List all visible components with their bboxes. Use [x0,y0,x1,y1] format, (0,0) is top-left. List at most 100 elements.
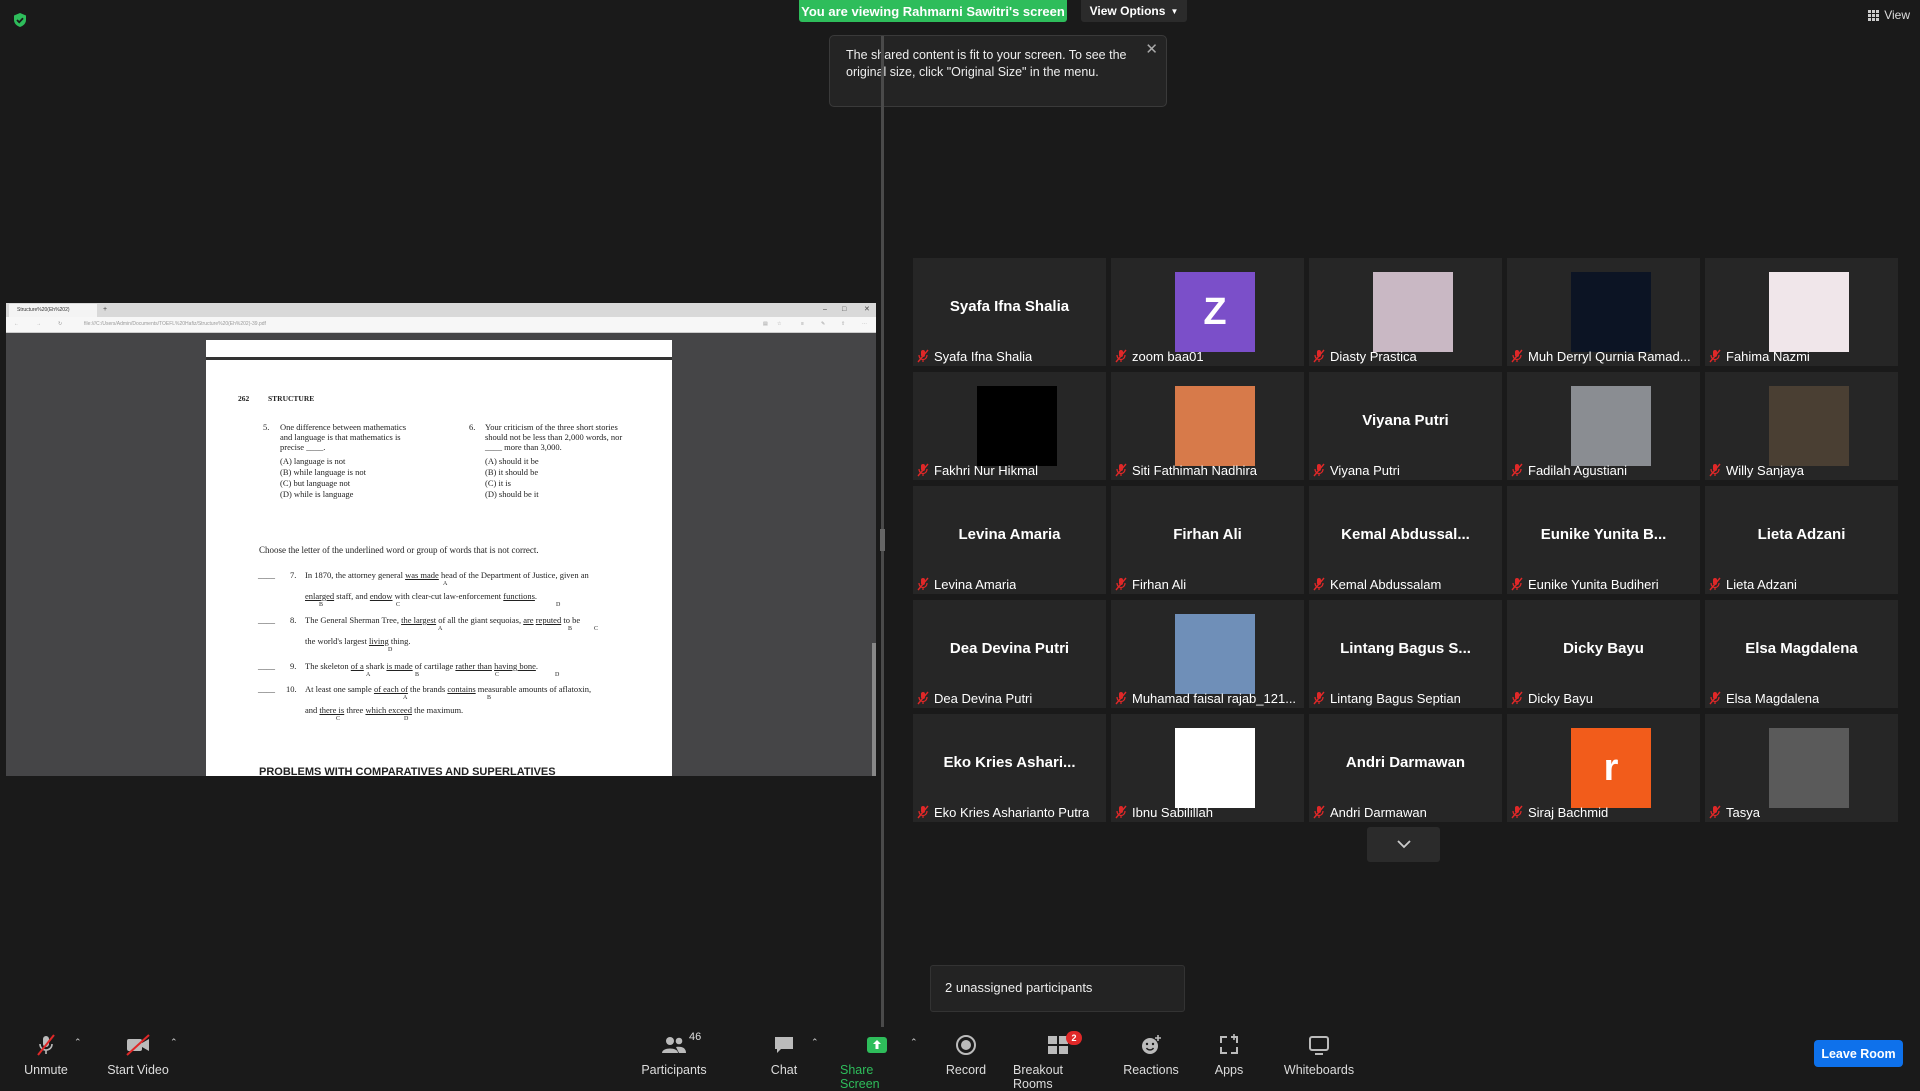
maximize-icon[interactable]: □ [842,303,846,316]
avatar [1373,272,1453,352]
participant-tile[interactable]: Tasya [1705,714,1898,822]
participant-name-label: zoom baa01 [1115,348,1204,364]
participant-tile[interactable]: Diasty Prastica [1309,258,1502,366]
tab-title: Structure%20(Eh%202) [17,307,70,313]
participant-tile[interactable]: Fakhri Nur Hikmal [913,372,1106,480]
new-tab-icon[interactable]: + [103,303,107,316]
more-icon[interactable]: ⋯ [862,317,867,332]
participant-name-label: Fakhri Nur Hikmal [917,462,1038,478]
record-button[interactable]: Record [943,1033,989,1077]
unmute-button[interactable]: Unmute [22,1033,70,1077]
participant-name: Muh Derryl Qurnia Ramad... [1528,348,1691,364]
next-section-heading: PROBLEMS WITH COMPARATIVES AND SUPERLATI… [259,766,556,776]
breakout-rooms-button[interactable]: 2 Breakout Rooms [1013,1031,1103,1091]
participant-tile[interactable]: Zzoom baa01 [1111,258,1304,366]
start-video-button[interactable]: Start Video [106,1033,170,1077]
browser-address-bar[interactable]: ← → ↻ file:///C:/Users/Admin/Documents/T… [6,317,876,333]
q5-option-d: (D) while is language [280,489,354,499]
favorite-star-icon[interactable]: ☆ [777,317,781,332]
participant-display-name: Elsa Magdalena [1745,640,1858,657]
video-options-caret-icon[interactable]: ⌃ [170,1037,178,1048]
close-window-icon[interactable]: ✕ [864,303,870,316]
participant-tile[interactable]: Muhamad faisal rajab_121... [1111,600,1304,708]
participants-button[interactable]: 46 Participants [641,1031,707,1077]
q8-number: 8. [290,615,297,625]
meeting-toolbar: Unmute ⌃ Start Video ⌃ 46 Participants C… [0,1027,1920,1091]
participant-tile[interactable]: r Siraj Bachmid [1507,714,1700,822]
participant-tile[interactable]: Kemal Abdussal... Kemal Abdussalam [1309,486,1502,594]
participant-tile[interactable]: Firhan Ali Firhan Ali [1111,486,1304,594]
participant-name-label: Lieta Adzani [1709,576,1797,592]
participant-tile[interactable]: Lieta Adzani Lieta Adzani [1705,486,1898,594]
q9-line: The skeleton of a shark is made of carti… [305,661,538,671]
avatar [1769,728,1849,808]
reading-view-icon[interactable]: ▤ [763,317,768,332]
back-icon[interactable]: ← [14,317,19,332]
participant-tile[interactable]: Eunike Yunita B... Eunike Yunita Budiheri [1507,486,1700,594]
participant-tile[interactable]: Ibnu Sabilillah [1111,714,1304,822]
whiteboards-button[interactable]: Whiteboards [1284,1033,1354,1077]
share-options-caret-icon[interactable]: ⌃ [910,1037,918,1048]
q10-number: 10. [286,684,297,694]
participant-tile[interactable]: Dea Devina Putri Dea Devina Putri [913,600,1106,708]
pdf-scrollbar[interactable] [872,643,876,776]
participant-tile[interactable]: Dicky Bayu Dicky Bayu [1507,600,1700,708]
q7-label-b: B [319,602,324,608]
participant-tile[interactable]: Lintang Bagus S... Lintang Bagus Septian [1309,600,1502,708]
participant-tile[interactable]: Elsa Magdalena Elsa Magdalena [1705,600,1898,708]
apps-label: Apps [1214,1063,1244,1077]
security-shield-icon[interactable] [12,12,28,28]
q6-number: 6. [469,422,476,432]
minimize-icon[interactable]: – [823,303,827,316]
apps-button[interactable]: Apps [1210,1033,1248,1077]
reactions-button[interactable]: Reactions [1123,1033,1179,1077]
participant-tile[interactable]: Willy Sanjaya [1705,372,1898,480]
muted-mic-icon [1115,805,1127,819]
letter-avatar: r [1571,728,1651,808]
chat-button[interactable]: Chat [766,1033,802,1077]
participant-tile[interactable]: Andri Darmawan Andri Darmawan [1309,714,1502,822]
q7-label-d: D [556,602,561,608]
participant-name: Kemal Abdussalam [1330,576,1442,592]
share-icon[interactable]: ⇧ [841,317,845,332]
start-video-label: Start Video [107,1063,169,1077]
view-button[interactable]: View [1868,8,1910,22]
chat-options-caret-icon[interactable]: ⌃ [811,1037,819,1048]
participant-name: Siti Fathimah Nadhira [1132,462,1257,478]
participant-display-name: Firhan Ali [1173,526,1242,543]
chevron-down-icon: ▼ [1170,6,1179,16]
participant-tile[interactable]: Fahima Nazmi [1705,258,1898,366]
q10-line2: and there is three which exceed the maxi… [305,705,464,715]
leave-room-label: Leave Room [1821,1046,1896,1061]
participant-tile[interactable]: Viyana Putri Viyana Putri [1309,372,1502,480]
page-number: 262 [238,394,250,403]
participant-tile[interactable]: Levina Amaria Levina Amaria [913,486,1106,594]
muted-mic-icon [1511,805,1523,819]
leave-room-button[interactable]: Leave Room [1814,1040,1903,1067]
participant-name: Andri Darmawan [1330,804,1427,820]
notes-icon[interactable]: ✎ [821,317,825,332]
divider-drag-handle[interactable] [880,529,885,551]
q10-label-a: A [403,695,408,701]
participant-tile[interactable]: Muh Derryl Qurnia Ramad... [1507,258,1700,366]
audio-options-caret-icon[interactable]: ⌃ [74,1037,82,1048]
hub-icon[interactable]: ≡ [801,317,804,332]
browser-tab[interactable]: Structure%20(Eh%202) [9,304,97,317]
view-options-button[interactable]: View Options ▼ [1081,0,1187,22]
url-text: file:///C:/Users/Admin/Documents/TOEFL%2… [84,321,266,327]
participant-tile[interactable]: Eko Kries Ashari... Eko Kries Asharianto … [913,714,1106,822]
gallery-next-page-button[interactable] [1367,827,1440,862]
whiteboards-label: Whiteboards [1283,1063,1355,1077]
q9-number: 9. [290,661,297,671]
forward-icon[interactable]: → [36,317,41,332]
participant-name: Fahima Nazmi [1726,348,1810,364]
refresh-icon[interactable]: ↻ [58,317,62,332]
participant-tile[interactable]: Fadilah Agustiani [1507,372,1700,480]
unassigned-participants-popup[interactable]: 2 unassigned participants [930,965,1185,1012]
share-screen-button[interactable]: Share Screen [840,1033,914,1091]
participant-tile[interactable]: Siti Fathimah Nadhira [1111,372,1304,480]
q5-line2: and language is that mathematics is [280,432,401,442]
participant-tile[interactable]: Syafa Ifna Shalia Syafa Ifna Shalia [913,258,1106,366]
participant-name-label: Diasty Prastica [1313,348,1417,364]
close-icon[interactable]: ✕ [1145,41,1158,58]
